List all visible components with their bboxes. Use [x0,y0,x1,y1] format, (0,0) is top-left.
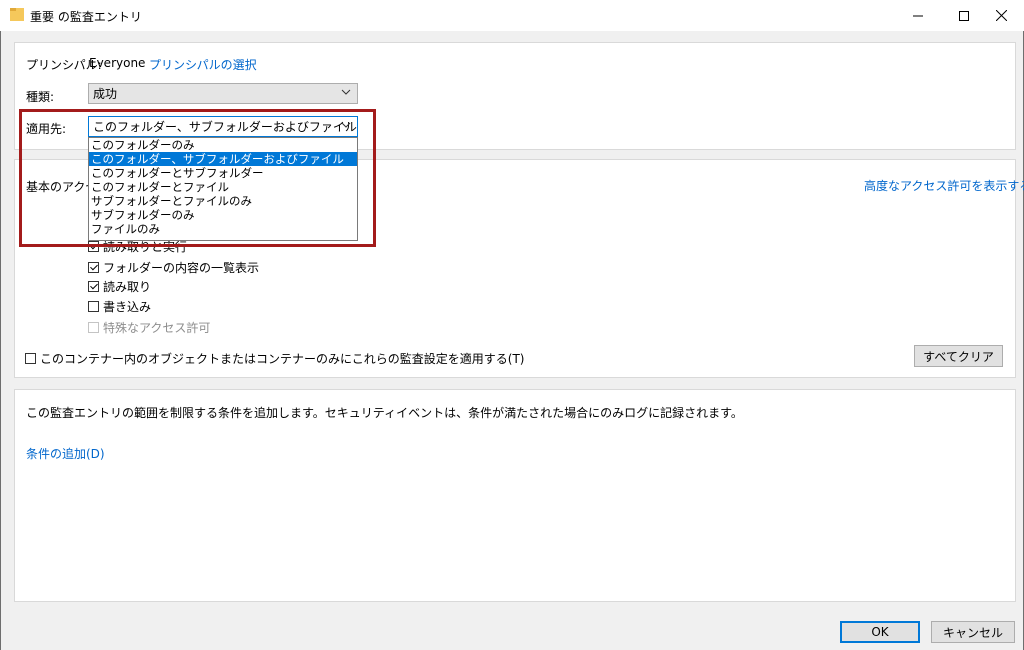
permission-label: 読み取り [103,280,152,294]
apply-container-only-checkbox[interactable]: このコンテナー内のオブジェクトまたはコンテナーのみにこれらの監査設定を適用する(… [25,350,524,367]
apply-container-only-label: このコンテナー内のオブジェクトまたはコンテナーのみにこれらの監査設定を適用する(… [40,352,525,366]
close-icon [995,10,1007,21]
checkbox[interactable] [88,262,99,273]
type-label: 種類: [26,90,55,104]
principal-value: Everyone [89,56,146,70]
permission-label: フォルダーの内容の一覧表示 [103,261,260,275]
select-principal-link[interactable]: プリンシパルの選択 [149,56,257,73]
highlight-annotation-box [19,109,376,247]
add-condition-link[interactable]: 条件の追加(D) [26,445,105,462]
permission-list-folder-contents[interactable]: フォルダーの内容の一覧表示 [88,259,259,276]
permission-label: 特殊なアクセス許可 [103,321,211,335]
minimize-button[interactable] [895,0,941,31]
cancel-button[interactable]: キャンセル [931,621,1015,643]
type-dropdown-value: 成功 [93,87,118,101]
ok-button[interactable]: OK [840,621,920,643]
clear-all-button[interactable]: すべてクリア [914,345,1003,367]
conditions-description: この監査エントリの範囲を制限する条件を追加します。セキュリティイベントは、条件が… [26,406,743,420]
show-advanced-permissions-link[interactable]: 高度なアクセス許可を表示する [864,177,1024,194]
window-frame-left [0,31,1,650]
permission-label: 書き込み [103,300,152,314]
maximize-icon [959,10,969,21]
permission-special: 特殊なアクセス許可 [88,319,210,336]
checkbox[interactable] [88,281,99,292]
title-bar: 重要 の監査エントリ [0,0,1024,31]
checkbox[interactable] [25,353,36,364]
type-dropdown[interactable]: 成功 [88,83,358,104]
permission-read[interactable]: 読み取り [88,278,151,295]
minimize-icon [913,15,923,16]
permission-write[interactable]: 書き込み [88,298,151,315]
checkbox [88,322,99,333]
window-title: 重要 の監査エントリ [30,10,142,24]
folder-icon [10,8,24,21]
checkbox[interactable] [88,301,99,312]
close-button[interactable] [978,0,1024,31]
chevron-down-icon [341,89,351,95]
